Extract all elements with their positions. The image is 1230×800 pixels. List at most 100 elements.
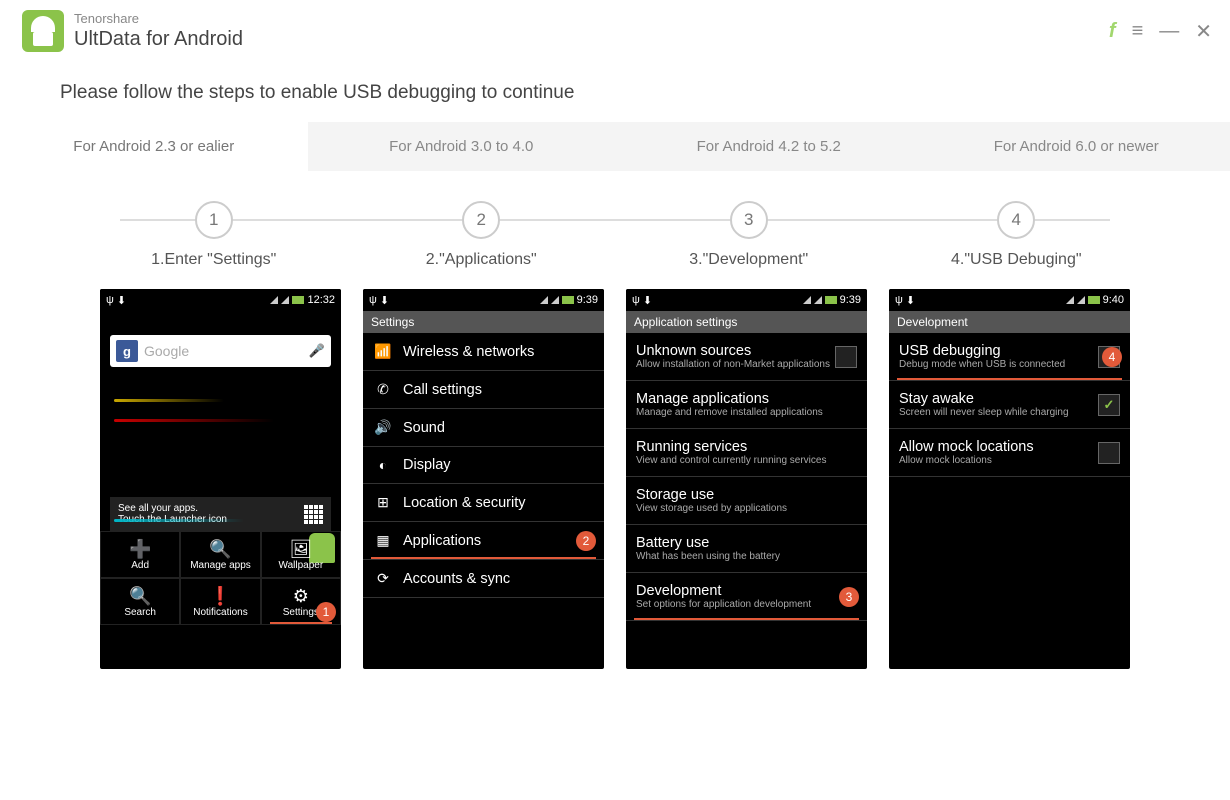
dock-add[interactable]: ➕Add — [100, 531, 180, 578]
phone-screenshot-1: ψ⬇ 12:32 g Google 🎤 See all your apps. T… — [100, 289, 341, 669]
manage-apps-icon: 🔍 — [209, 538, 231, 560]
step-circle-2: 2 — [462, 201, 500, 239]
row-icon: ⟳ — [373, 570, 393, 587]
row-icon: ⊞ — [373, 494, 393, 511]
app-logo-icon — [22, 10, 64, 52]
step-badge: 2 — [576, 531, 596, 551]
tabs: For Android 2.3 or ealierFor Android 3.0… — [0, 122, 1230, 171]
clock-label: 12:32 — [307, 294, 335, 306]
signal-icon — [270, 296, 278, 304]
battery-icon — [825, 296, 837, 304]
screen-title: Application settings — [626, 311, 867, 333]
step-label-1: 1.Enter "Settings" — [80, 251, 348, 269]
wallpaper-icon: 🖼 — [289, 538, 312, 560]
dock-search[interactable]: 🔍Search — [100, 578, 180, 625]
menu-item-call-settings[interactable]: ✆Call settings — [363, 371, 604, 409]
search-bar[interactable]: g Google 🎤 — [110, 335, 331, 367]
phone-screenshot-2: ψ⬇ 9:39 Settings 📶Wireless & networks✆Ca… — [363, 289, 604, 669]
notifications-icon: ❗ — [209, 585, 231, 607]
usb-icon: ψ — [369, 294, 377, 306]
step-circle-3: 3 — [730, 201, 768, 239]
screen-title: Development — [889, 311, 1130, 333]
menu-item-manage-applications[interactable]: Manage applicationsManage and remove ins… — [626, 381, 867, 429]
signal-icon — [803, 296, 811, 304]
add-icon: ➕ — [129, 538, 151, 560]
usb-icon: ψ — [106, 294, 114, 306]
menu-item-storage-use[interactable]: Storage useView storage used by applicat… — [626, 477, 867, 525]
home-dock: ➕Add🔍Manage apps🖼Wallpaper 🔍Search❗Notifi… — [100, 531, 341, 625]
menu-item-battery-use[interactable]: Battery useWhat has been using the batte… — [626, 525, 867, 573]
download-icon: ⬇ — [117, 294, 126, 307]
row-icon: 📶 — [373, 343, 393, 360]
menu-item-allow-mock-locations[interactable]: Allow mock locationsAllow mock locations — [889, 429, 1130, 477]
menu-item-accounts-sync[interactable]: ⟳Accounts & sync — [363, 560, 604, 598]
download-icon: ⬇ — [380, 294, 389, 307]
menu-item-development[interactable]: DevelopmentSet options for application d… — [626, 573, 867, 621]
signal-icon — [814, 296, 822, 304]
menu-item-running-services[interactable]: Running servicesView and control current… — [626, 429, 867, 477]
menu-item-wireless-networks[interactable]: 📶Wireless & networks — [363, 333, 604, 371]
phone-screenshot-3: ψ⬇ 9:39 Application settings Unknown sou… — [626, 289, 867, 669]
titlebar: Tenorshare UltData for Android f ≡ — ✕ — [0, 0, 1230, 58]
menu-item-stay-awake[interactable]: Stay awakeScreen will never sleep while … — [889, 381, 1130, 429]
signal-icon — [551, 296, 559, 304]
product-label: UltData for Android — [74, 27, 243, 51]
dock-manage-apps[interactable]: 🔍Manage apps — [180, 531, 260, 578]
battery-icon — [1088, 296, 1100, 304]
row-icon: ▦ — [373, 532, 393, 549]
tab-for-android-3-0-to-4-0[interactable]: For Android 3.0 to 4.0 — [308, 122, 616, 171]
brand-label: Tenorshare — [74, 11, 243, 27]
signal-icon — [540, 296, 548, 304]
menu-item-usb-debugging[interactable]: USB debuggingDebug mode when USB is conn… — [889, 333, 1130, 381]
stepper: 1 2 3 4 — [0, 171, 1230, 251]
search-icon: 🔍 — [129, 585, 151, 607]
decoration — [114, 399, 224, 402]
phone-screenshot-4: ψ⬇ 9:40 Development USB debuggingDebug m… — [889, 289, 1130, 669]
google-icon: g — [116, 340, 138, 362]
row-icon: ◐ — [373, 457, 393, 473]
highlight-underline — [634, 618, 859, 620]
minimize-icon[interactable]: — — [1159, 20, 1179, 43]
decoration — [114, 419, 274, 422]
stepper-line — [120, 219, 1110, 221]
launcher-tip: See all your apps. Touch the Launcher ic… — [110, 497, 331, 531]
clock-label: 9:39 — [577, 294, 598, 306]
row-icon: ✆ — [373, 381, 393, 398]
step-label-2: 2."Applications" — [348, 251, 616, 269]
clock-label: 9:40 — [1103, 294, 1124, 306]
menu-item-location-security[interactable]: ⊞Location & security — [363, 484, 604, 522]
dock-wallpaper[interactable]: 🖼Wallpaper — [261, 531, 341, 578]
screen-title: Settings — [363, 311, 604, 333]
download-icon: ⬇ — [906, 294, 915, 307]
facebook-icon[interactable]: f — [1109, 20, 1116, 43]
checkbox[interactable] — [835, 346, 857, 368]
settings-icon: ⚙ — [293, 585, 309, 607]
battery-icon — [292, 296, 304, 304]
menu-item-applications[interactable]: ▦Applications2 — [363, 522, 604, 560]
step-label-3: 3."Development" — [615, 251, 883, 269]
tab-for-android-2-3-or-ealier[interactable]: For Android 2.3 or ealier — [0, 122, 308, 171]
checkbox[interactable]: ✓ — [1098, 394, 1120, 416]
usb-icon: ψ — [895, 294, 903, 306]
close-icon[interactable]: ✕ — [1195, 19, 1212, 44]
tab-for-android-4-2-to-5-2[interactable]: For Android 4.2 to 5.2 — [615, 122, 923, 171]
menu-item-display[interactable]: ◐Display — [363, 447, 604, 484]
menu-item-sound[interactable]: 🔊Sound — [363, 409, 604, 447]
menu-item-unknown-sources[interactable]: Unknown sourcesAllow installation of non… — [626, 333, 867, 381]
download-icon: ⬇ — [643, 294, 652, 307]
search-placeholder: Google — [144, 343, 309, 359]
usb-icon: ψ — [632, 294, 640, 306]
dock-settings[interactable]: ⚙Settings1 — [261, 578, 341, 625]
signal-icon — [1066, 296, 1074, 304]
mic-icon[interactable]: 🎤 — [309, 343, 325, 359]
menu-icon[interactable]: ≡ — [1132, 20, 1144, 43]
step-circle-4: 4 — [997, 201, 1035, 239]
apps-grid-icon — [304, 505, 323, 524]
instruction-text: Please follow the steps to enable USB de… — [0, 58, 1230, 122]
step-badge: 1 — [316, 602, 336, 622]
tab-for-android-6-0-or-newer[interactable]: For Android 6.0 or newer — [923, 122, 1230, 171]
step-badge: 3 — [839, 587, 859, 607]
battery-icon — [562, 296, 574, 304]
checkbox[interactable] — [1098, 442, 1120, 464]
dock-notifications[interactable]: ❗Notifications — [180, 578, 260, 625]
